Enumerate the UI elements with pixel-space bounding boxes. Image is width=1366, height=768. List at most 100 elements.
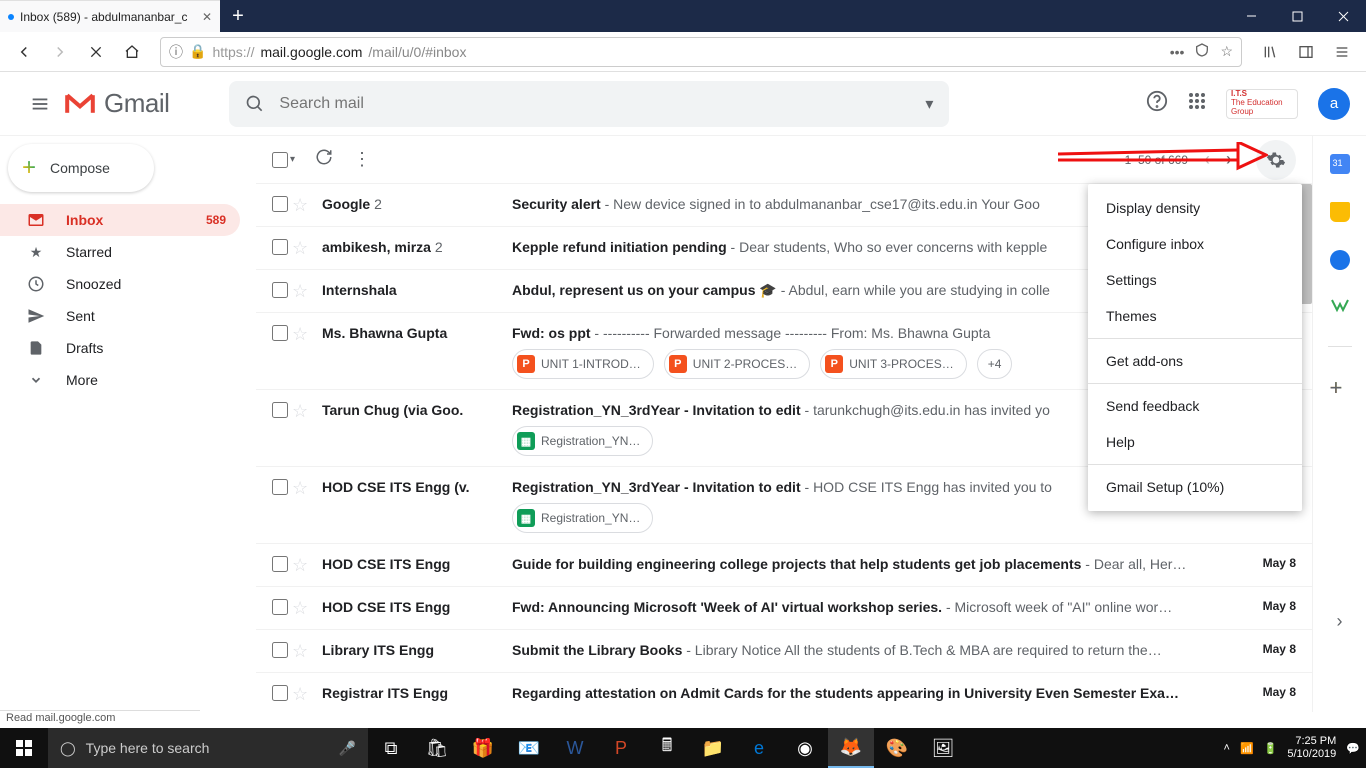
menu-item[interactable]: Send feedback [1088,388,1302,424]
powerpoint-icon[interactable]: P [598,728,644,768]
window-close[interactable] [1320,0,1366,32]
nav-forward[interactable] [44,36,76,68]
row-checkbox[interactable] [272,325,292,344]
select-all[interactable]: ▾ [272,152,295,168]
new-tab-button[interactable]: + [220,0,256,32]
star-icon[interactable]: ☆ [292,195,322,216]
search-input[interactable] [279,95,911,113]
email-row[interactable]: ☆Library ITS EnggSubmit the Library Book… [256,630,1312,673]
settings-button[interactable] [1256,140,1296,180]
row-checkbox[interactable] [272,282,292,301]
wifi-icon[interactable]: 📶 [1240,742,1254,755]
email-row[interactable]: ☆HOD CSE ITS EnggFwd: Announcing Microso… [256,587,1312,630]
star-icon[interactable]: ☆ [292,401,322,422]
paint-icon[interactable]: 🎨 [874,728,920,768]
star-icon[interactable]: ☆ [292,641,322,662]
menu-item[interactable]: Settings [1088,262,1302,298]
apps-icon[interactable] [1188,92,1206,115]
chrome-icon[interactable]: ◉ [782,728,828,768]
sidebar-item-snoozed[interactable]: Snoozed [0,268,240,300]
email-row[interactable]: ☆HOD CSE ITS EnggGuide for building engi… [256,544,1312,587]
email-row[interactable]: ☆Registrar ITS EnggRegarding attestation… [256,673,1312,712]
menu-item[interactable]: Help [1088,424,1302,460]
taskbar-search[interactable]: ◯ Type here to search 🎤 [48,728,368,768]
search-bar[interactable]: ▾ [229,81,949,127]
main-menu-button[interactable] [16,93,64,115]
tasks-addon[interactable] [1330,250,1350,270]
nav-home[interactable] [116,36,148,68]
star-icon[interactable]: ☆ [292,238,322,259]
menu-item[interactable]: Display density [1088,190,1302,226]
attachment-chip[interactable]: PUNIT 3-PROCES… [820,349,966,379]
get-addons[interactable]: + [1330,375,1350,395]
bookmark-icon[interactable]: ☆ [1220,43,1233,60]
mail-icon[interactable]: 📧 [506,728,552,768]
row-checkbox[interactable] [272,479,292,498]
sidebar-item-more[interactable]: More [0,364,240,396]
store-icon[interactable]: 🛍 [414,728,460,768]
menu-item[interactable]: Themes [1088,298,1302,334]
library-icon[interactable] [1254,36,1286,68]
more-attachments[interactable]: +4 [977,349,1013,379]
page-next[interactable]: › [1226,149,1232,170]
menu-icon[interactable] [1326,36,1358,68]
page-actions-icon[interactable]: ••• [1170,44,1185,60]
tray-chevron-icon[interactable]: ˄ [1224,742,1230,754]
sidebar-item-inbox[interactable]: Inbox589 [0,204,240,236]
more-button[interactable]: ⋮ [353,149,371,170]
edge-icon[interactable]: e [736,728,782,768]
notifications-icon[interactable]: 💬 [1346,742,1360,755]
star-icon[interactable]: ☆ [292,478,322,499]
row-checkbox[interactable] [272,239,292,258]
row-checkbox[interactable] [272,556,292,575]
window-minimize[interactable] [1228,0,1274,32]
gmail-logo[interactable]: Gmail [64,88,169,119]
attachment-chip[interactable]: PUNIT 1-INTROD… [512,349,654,379]
search-options-icon[interactable]: ▾ [925,94,933,114]
row-checkbox[interactable] [272,685,292,704]
nav-stop[interactable] [80,36,112,68]
start-button[interactable] [0,740,48,756]
attachment-chip[interactable]: PUNIT 2-PROCES… [664,349,810,379]
sidebar-icon[interactable] [1290,36,1322,68]
star-icon[interactable]: ☆ [292,324,322,345]
calculator-icon[interactable]: 🖩 [644,728,690,768]
mic-icon[interactable]: 🎤 [339,740,356,757]
addon-collapse[interactable]: › [1337,611,1343,632]
refresh-button[interactable] [315,148,333,171]
battery-icon[interactable]: 🔋 [1264,742,1278,755]
reader-icon[interactable] [1194,42,1210,61]
star-icon[interactable]: ☆ [292,684,322,705]
sidebar-item-drafts[interactable]: Drafts [0,332,240,364]
star-icon[interactable]: ☆ [292,281,322,302]
word-icon[interactable]: W [552,728,598,768]
sidebar-item-starred[interactable]: ★Starred [0,236,240,268]
compose-button[interactable]: + Compose [8,144,154,192]
task-view-icon[interactable]: ⧉ [368,728,414,768]
attachment-chip[interactable]: ▦Registration_YN… [512,426,653,456]
star-icon[interactable]: ☆ [292,598,322,619]
menu-item[interactable]: Configure inbox [1088,226,1302,262]
tab-close-icon[interactable]: ✕ [202,10,212,24]
row-checkbox[interactable] [272,402,292,421]
url-bar[interactable]: ⓘ 🔒 https://mail.google.com/mail/u/0/#in… [160,37,1242,67]
calendar-addon[interactable] [1330,154,1350,174]
photos-icon[interactable]: 🖼 [920,728,966,768]
sidebar-item-sent[interactable]: Sent [0,300,240,332]
keep-addon[interactable] [1330,202,1350,222]
row-checkbox[interactable] [272,642,292,661]
attachment-chip[interactable]: ▦Registration_YN… [512,503,653,533]
browser-tab[interactable]: Inbox (589) - abdulmananbar_c ✕ [0,0,220,32]
contacts-addon[interactable] [1330,298,1350,318]
app-icon[interactable]: 🎁 [460,728,506,768]
support-icon[interactable] [1146,90,1168,117]
page-prev[interactable]: ‹ [1204,149,1210,170]
star-icon[interactable]: ☆ [292,555,322,576]
account-avatar[interactable]: a [1318,88,1350,120]
nav-back[interactable] [8,36,40,68]
explorer-icon[interactable]: 📁 [690,728,736,768]
menu-item[interactable]: Get add-ons [1088,343,1302,379]
firefox-icon[interactable]: 🦊 [828,728,874,768]
window-maximize[interactable] [1274,0,1320,32]
clock[interactable]: 7:25 PM 5/10/2019 [1287,735,1336,761]
